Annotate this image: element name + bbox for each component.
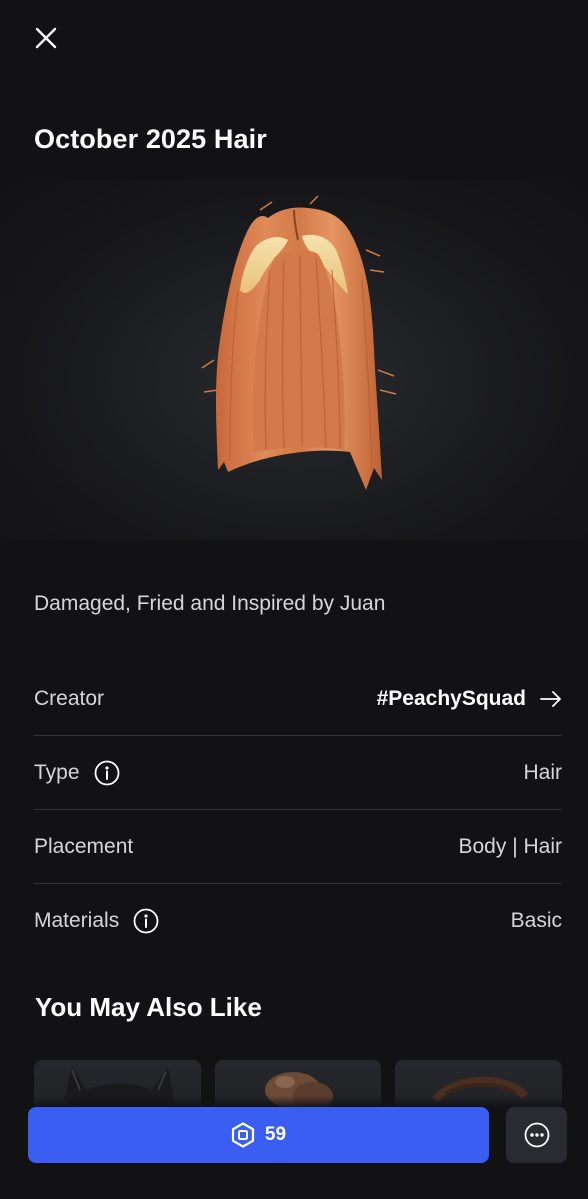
more-options-button[interactable]	[506, 1107, 567, 1163]
creator-label: Creator	[34, 686, 105, 710]
creator-link[interactable]: #PeachySquad	[377, 687, 562, 711]
buy-button[interactable]: 59	[28, 1107, 489, 1163]
info-icon[interactable]	[133, 908, 159, 934]
close-icon	[35, 27, 57, 49]
type-value: Hair	[523, 760, 562, 784]
item-preview[interactable]	[0, 180, 588, 540]
item-description: Damaged, Fried and Inspired by Juan	[34, 592, 386, 615]
materials-label: Materials	[34, 909, 120, 932]
placement-value: Body | Hair	[458, 834, 563, 858]
info-icon[interactable]	[94, 760, 120, 786]
placement-label: Placement	[34, 834, 134, 858]
item-title: October 2025 Hair	[34, 124, 267, 154]
details-list: Creator #PeachySquad Type Hair Placement	[34, 662, 562, 958]
hair-image	[190, 190, 410, 510]
more-options-icon	[524, 1122, 549, 1148]
type-label: Type	[34, 760, 80, 784]
creator-name: #PeachySquad	[376, 686, 526, 710]
placement-row: Placement Body | Hair	[34, 810, 562, 884]
type-row: Type Hair	[34, 736, 562, 810]
creator-row[interactable]: Creator #PeachySquad	[34, 662, 562, 736]
materials-value: Basic	[510, 909, 562, 932]
recommendations-title: You May Also Like	[35, 992, 262, 1022]
price-label: 59	[264, 1124, 287, 1145]
robux-icon	[231, 1122, 255, 1148]
materials-row: Materials Basic	[34, 884, 562, 958]
close-button[interactable]	[28, 20, 64, 56]
arrow-right-icon	[540, 690, 561, 707]
